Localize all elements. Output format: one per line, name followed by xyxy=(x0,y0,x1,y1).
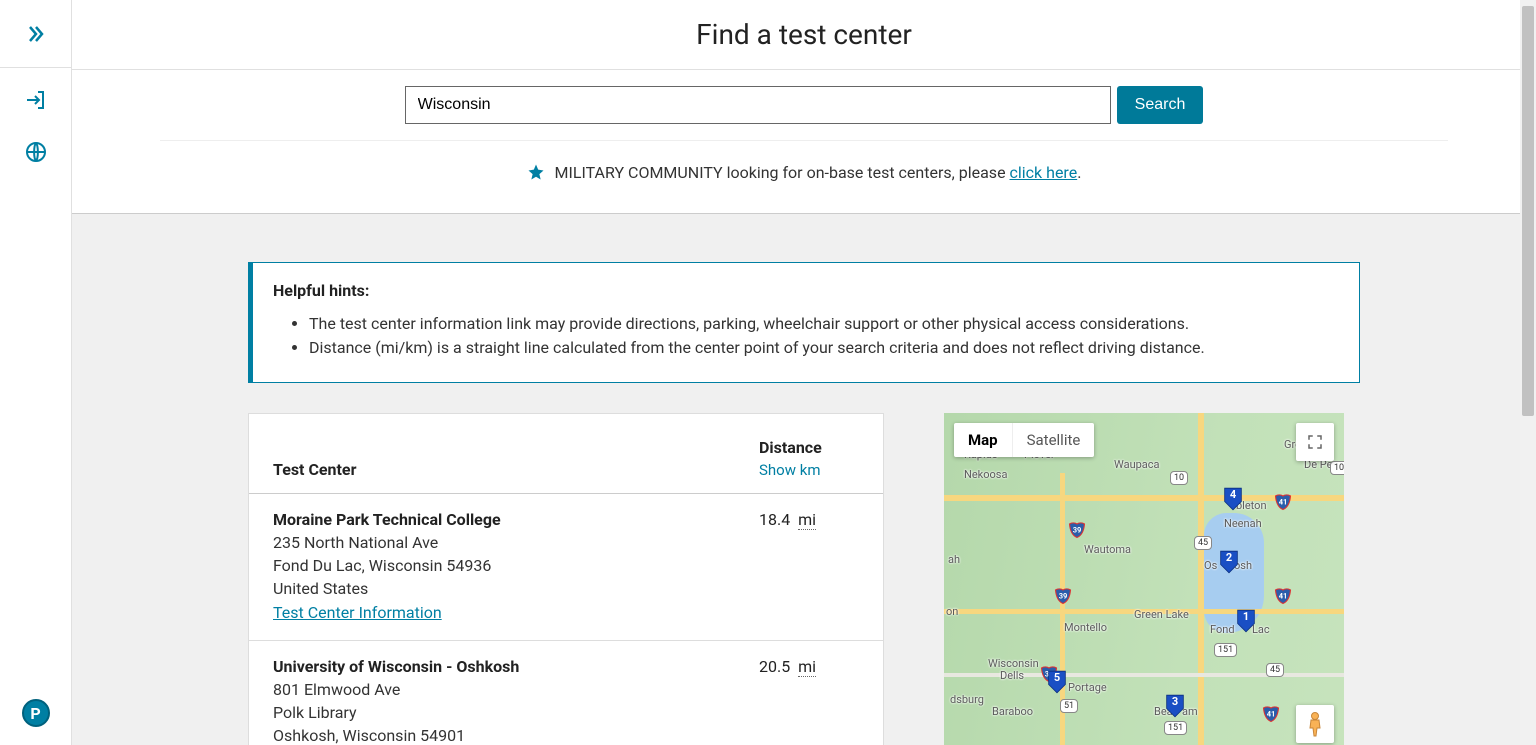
map-place-label: Neenah xyxy=(1224,517,1262,530)
military-click-here-link[interactable]: click here xyxy=(1010,163,1078,182)
map-road xyxy=(1198,413,1204,745)
map-place-label: Montello xyxy=(1064,621,1107,634)
military-text-suffix: . xyxy=(1077,163,1081,182)
scrollbar-thumb[interactable] xyxy=(1522,6,1534,416)
interstate-shield: 41 xyxy=(1274,493,1292,511)
route-shield: 10 xyxy=(1170,471,1188,485)
map-place-label: Nekoosa xyxy=(964,468,1007,481)
map-pin[interactable]: 5 xyxy=(1047,669,1067,695)
test-center-info-link[interactable]: Test Center Information xyxy=(273,603,442,622)
map-place-label: Waupaca xyxy=(1114,458,1160,471)
result-distance: 20.5 mi xyxy=(759,657,859,745)
map-place-label: dsburg xyxy=(950,693,984,706)
svg-text:39: 39 xyxy=(1059,591,1068,600)
map-place-label: Baraboo xyxy=(992,705,1033,718)
route-shield: 45 xyxy=(1194,536,1212,550)
map-tab-satellite[interactable]: Satellite xyxy=(1012,423,1095,457)
result-row[interactable]: Moraine Park Technical College 235 North… xyxy=(249,494,883,641)
column-header-distance: Distance xyxy=(759,438,822,457)
sign-in-icon[interactable] xyxy=(24,88,48,112)
language-globe-icon[interactable] xyxy=(24,140,48,164)
main-content: Find a test center Search MILITARY COMMU… xyxy=(72,0,1536,745)
map-place-label: Fond xyxy=(1210,623,1235,636)
military-community-notice: MILITARY COMMUNITY looking for on-base t… xyxy=(72,141,1536,213)
interstate-shield: 39 xyxy=(1054,587,1072,605)
route-shield: 51 xyxy=(1060,699,1078,713)
pegman-icon[interactable] xyxy=(1296,705,1334,743)
search-button[interactable]: Search xyxy=(1117,86,1204,124)
result-address-line: 801 Elmwood Ave xyxy=(273,678,759,701)
page-title: Find a test center xyxy=(696,18,912,51)
svg-text:41: 41 xyxy=(1279,497,1288,506)
interstate-shield: 39 xyxy=(1068,521,1086,539)
map-pin[interactable]: 2 xyxy=(1219,549,1239,575)
result-name: University of Wisconsin - Oshkosh xyxy=(273,657,759,676)
route-shield: 151 xyxy=(1164,721,1187,735)
fullscreen-icon[interactable] xyxy=(1296,423,1334,461)
map-place-label: Portage xyxy=(1068,681,1107,694)
map-place-label: Green Lake xyxy=(1134,608,1189,621)
helpful-hints-box: Helpful hints: The test center informati… xyxy=(248,262,1360,383)
result-distance: 18.4 mi xyxy=(759,510,859,622)
map-pin[interactable]: 1 xyxy=(1236,608,1256,634)
hints-title: Helpful hints: xyxy=(273,281,1339,300)
map-panel[interactable]: RapidsPloverNekoosaWaupacaGreDe Pereblet… xyxy=(944,413,1344,745)
results-list-panel: Test Center Distance Show km Moraine Par… xyxy=(248,413,884,745)
svg-text:41: 41 xyxy=(1279,591,1288,600)
column-header-test-center: Test Center xyxy=(273,460,759,479)
result-country: United States xyxy=(273,577,759,600)
svg-text:41: 41 xyxy=(1267,709,1276,718)
interstate-shield: 41 xyxy=(1274,587,1292,605)
hint-item: The test center information link may pro… xyxy=(309,312,1339,336)
map-pin[interactable]: 4 xyxy=(1223,486,1243,512)
scrollbar[interactable]: ▴ xyxy=(1520,0,1536,745)
map-pin[interactable]: 3 xyxy=(1165,693,1185,719)
map-place-label: Os xyxy=(1204,559,1217,572)
result-address-line: 235 North National Ave xyxy=(273,531,759,554)
route-shield: 10 xyxy=(1330,461,1344,475)
show-km-toggle[interactable]: Show km xyxy=(759,461,859,479)
brand-logo: P xyxy=(22,699,50,727)
result-address-line: Oshkosh, Wisconsin 54901 xyxy=(273,724,759,745)
result-row[interactable]: University of Wisconsin - Oshkosh 801 El… xyxy=(249,641,883,745)
hint-item: Distance (mi/km) is a straight line calc… xyxy=(309,336,1339,360)
interstate-shield: 41 xyxy=(1262,705,1280,723)
map-place-label: Dells xyxy=(1000,669,1024,682)
svg-text:39: 39 xyxy=(1073,525,1082,534)
result-name: Moraine Park Technical College xyxy=(273,510,759,529)
star-icon xyxy=(527,166,549,185)
result-address-line: Polk Library xyxy=(273,701,759,724)
military-text: MILITARY COMMUNITY looking for on-base t… xyxy=(555,163,1010,182)
map-type-toggle: Map Satellite xyxy=(954,423,1094,457)
map-place-label: ah xyxy=(948,553,960,566)
expand-sidebar-icon[interactable] xyxy=(24,22,48,46)
route-shield: 45 xyxy=(1266,663,1284,677)
map-tab-map[interactable]: Map xyxy=(954,423,1012,457)
route-shield: 151 xyxy=(1214,643,1237,657)
result-address-line: Fond Du Lac, Wisconsin 54936 xyxy=(273,554,759,577)
map-place-label: on xyxy=(946,605,958,618)
map-place-label: Wautoma xyxy=(1084,543,1131,556)
sidebar: P xyxy=(0,0,72,745)
search-input[interactable] xyxy=(405,86,1111,124)
